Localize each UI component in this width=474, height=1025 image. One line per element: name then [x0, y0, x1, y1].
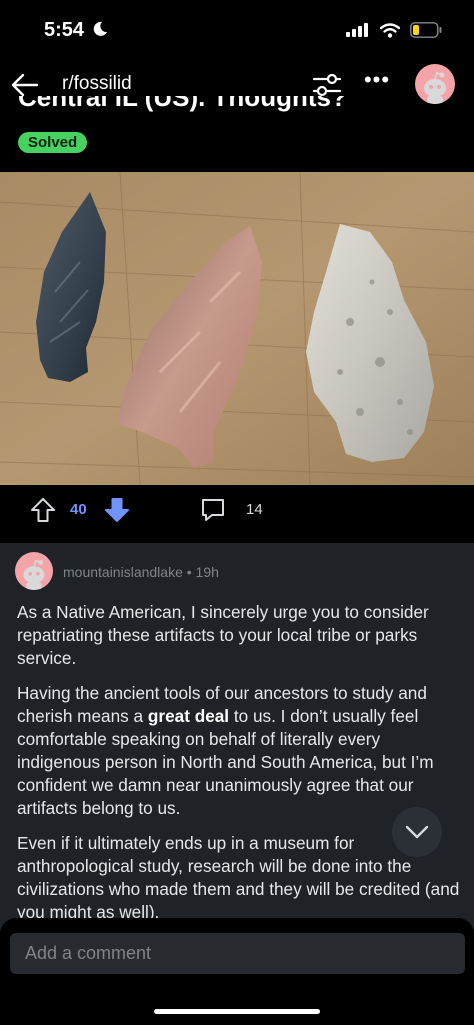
post-title: Central IL (US). Thoughts? — [18, 96, 347, 112]
status-time: 5:54 — [44, 19, 108, 42]
moon-icon — [93, 21, 107, 36]
battery-icon — [410, 22, 442, 38]
user-avatar[interactable] — [415, 64, 455, 104]
comment-author-meta[interactable]: mountainislandlake • 19h — [63, 564, 219, 580]
solved-flair: Solved — [18, 132, 88, 153]
signal-icon — [346, 23, 368, 37]
comment-count: 14 — [246, 501, 263, 518]
chevron-down-icon — [405, 825, 429, 839]
status-bar: 5:54 — [0, 0, 474, 60]
comment-paragraph: Having the ancient tools of our ancestor… — [17, 682, 462, 820]
clock-text: 5:54 — [44, 19, 85, 41]
comment-body: As a Native American, I sincerely urge y… — [17, 601, 462, 936]
snoo-icon — [424, 72, 446, 104]
downvote-icon[interactable] — [104, 497, 130, 523]
arrowheads-photo — [0, 172, 474, 485]
more-icon[interactable]: ••• — [362, 69, 392, 100]
home-indicator[interactable] — [154, 1009, 320, 1014]
community-name[interactable]: r/fossilid — [62, 73, 132, 95]
add-comment-input[interactable] — [10, 933, 465, 974]
wifi-icon — [380, 22, 400, 38]
collapse-button[interactable] — [392, 807, 442, 857]
comment-icon[interactable] — [200, 497, 226, 523]
comment-paragraph: As a Native American, I sincerely urge y… — [17, 602, 429, 668]
vote-count: 40 — [70, 501, 87, 518]
snoo-icon — [23, 559, 45, 590]
upvote-icon[interactable] — [30, 497, 56, 523]
post-actions: 40 14 — [0, 485, 474, 533]
comment-composer — [0, 918, 474, 1025]
commenter-avatar[interactable] — [15, 552, 53, 590]
comment-bold-text: great deal — [147, 706, 230, 726]
post-image[interactable] — [0, 172, 474, 485]
